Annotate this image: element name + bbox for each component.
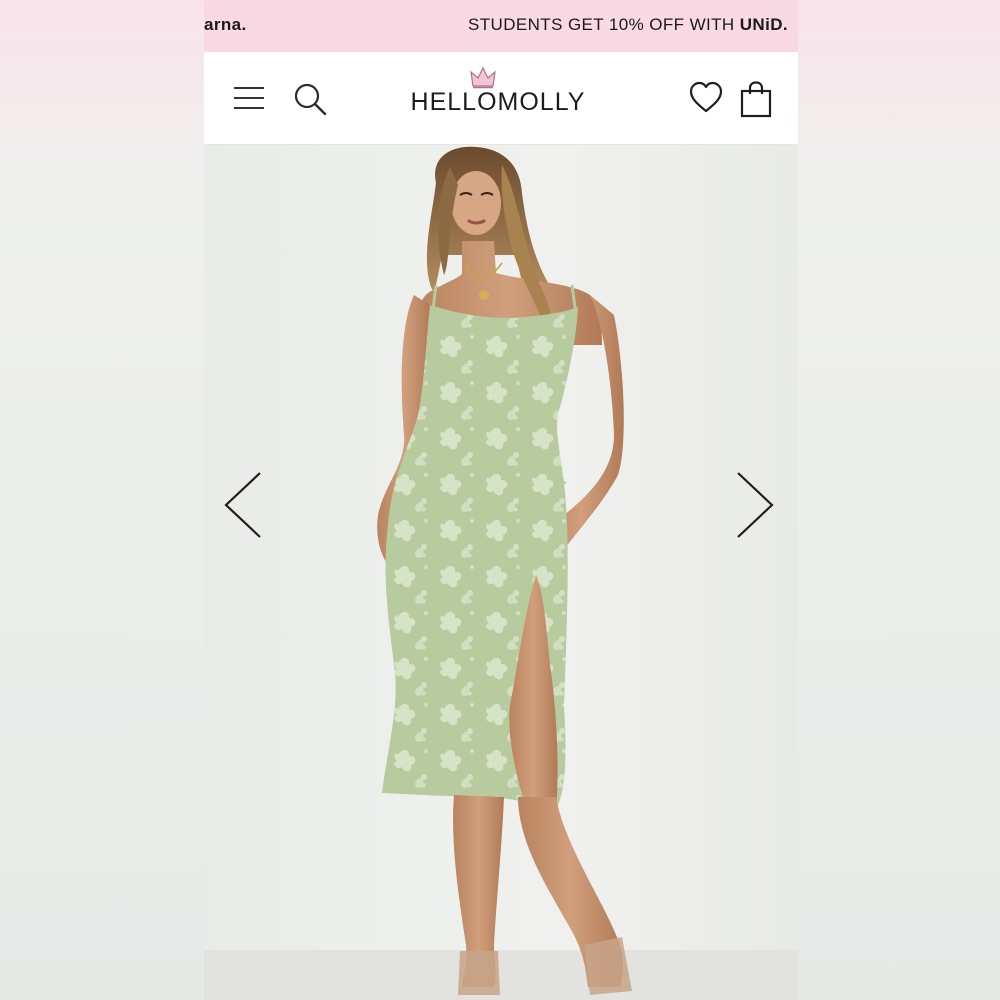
hamburger-menu-icon[interactable]: [234, 86, 264, 112]
promo-student-offer: STUDENTS GET 10% OFF WITH: [468, 15, 740, 34]
mobile-screen: arna. STUDENTS GET 10% OFF WITH UNiD. HE…: [204, 0, 798, 1000]
chevron-right-icon[interactable]: [734, 470, 778, 540]
promo-banner[interactable]: arna. STUDENTS GET 10% OFF WITH UNiD.: [204, 0, 798, 52]
shopping-bag-icon[interactable]: [739, 80, 773, 118]
search-icon[interactable]: [293, 82, 327, 116]
promo-student-text: STUDENTS GET 10% OFF WITH UNiD.: [468, 15, 788, 35]
backdrop-right: [798, 0, 1000, 1000]
promo-unid-brand: UNiD.: [739, 15, 788, 34]
crown-icon: [470, 66, 496, 89]
hellomolly-logo[interactable]: HELLOMOLLY: [400, 66, 596, 130]
promo-klarna-text: arna.: [204, 15, 247, 34]
site-header: HELLOMOLLY: [204, 52, 798, 145]
chevron-left-icon[interactable]: [220, 470, 264, 540]
product-photo-model: [377, 146, 632, 995]
product-image-gallery[interactable]: [204, 145, 798, 1000]
heart-icon[interactable]: [688, 80, 724, 116]
logo-wordmark: HELLOMOLLY: [410, 88, 586, 116]
backdrop-left: [0, 0, 204, 1000]
